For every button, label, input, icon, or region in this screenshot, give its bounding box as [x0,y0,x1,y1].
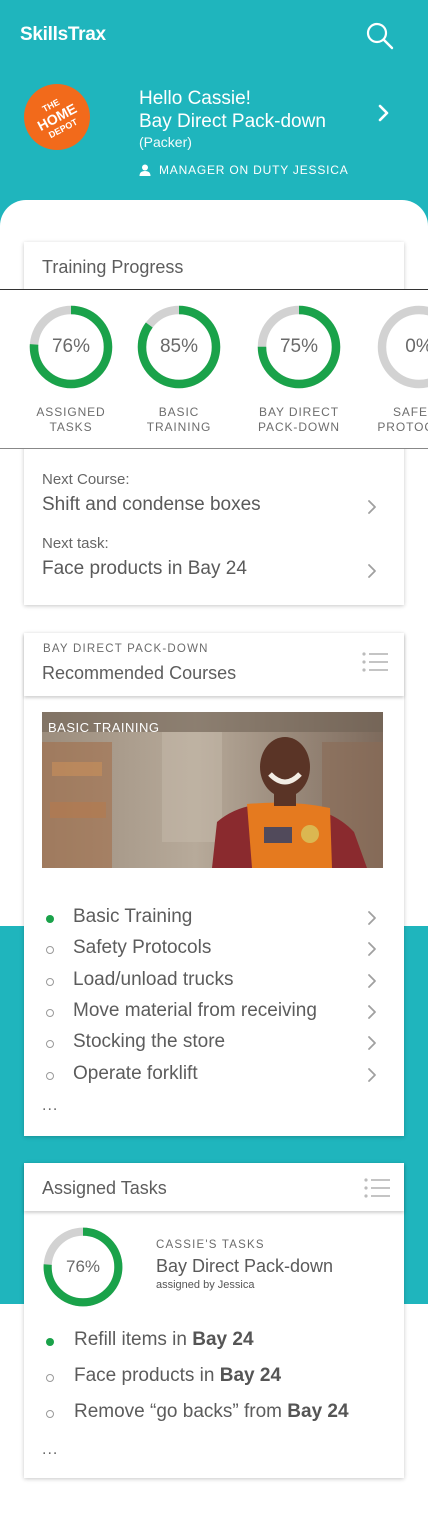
person-icon [139,164,151,176]
course-list-item[interactable]: Load/unload trucks [42,969,382,995]
course-list-item[interactable]: Operate forklift [42,1063,382,1089]
progress-ring-value: 85% [159,336,199,357]
task-label: Face products in Bay 24 [74,1365,281,1387]
more-courses[interactable]: ... [42,1097,58,1115]
task-location: Bay 24 [287,1401,349,1422]
store-logo: THE HOME DEPOT [24,84,90,150]
assigned-kicker: CASSIE'S TASKS [156,1239,265,1251]
course-hero-image[interactable]: BASIC TRAINING [42,712,383,868]
completed-dot-icon [46,915,54,923]
hero-label: BASIC TRAINING [48,720,160,735]
ring-label-line: TASKS [49,420,93,434]
pending-dot-icon [46,946,54,955]
task-label: Refill items in Bay 24 [74,1329,254,1351]
pending-dot-icon [46,1040,54,1049]
chevron-right-icon[interactable] [366,562,378,580]
search-button[interactable] [364,20,396,52]
course-list-item[interactable]: Basic Training [42,906,382,932]
task-label-text: Refill items in [74,1329,193,1350]
assigned-progress-value: 76% [65,1257,101,1276]
progress-ring-value: 75% [279,336,319,357]
pending-dot-icon [46,1071,54,1080]
task-list-item[interactable]: Face products in Bay 24 [42,1365,382,1391]
next-task-label: Next task: [42,535,109,552]
hero-photo [42,712,383,868]
ring-label-line: BAY DIRECT [259,405,339,419]
completed-dot-icon [46,1338,54,1346]
ring-label-line: PROTOCOLS [377,420,428,434]
progress-ring-strip[interactable]: 76% ASSIGNED TASKS 85% BASIC TRAINING 75% BAY D… [0,289,428,449]
progress-ring-label: ASSIGNED TASKS [11,405,131,435]
progress-ring-label: SAFETYPROTOCOLS [359,405,428,435]
task-location: Bay 24 [192,1329,254,1350]
chevron-right-icon [368,1067,376,1082]
task-label-text: Remove “go backs” from [74,1401,288,1422]
course-label: Load/unload trucks [73,968,234,990]
course-list-item[interactable]: Stocking the store [42,1031,382,1057]
list-icon[interactable] [363,1177,391,1199]
progress-ring-value: 76% [51,336,91,357]
assigned-task-group[interactable]: Bay Direct Pack-down [156,1256,333,1277]
pending-dot-icon [46,1374,54,1382]
greeting-text: Hello Cassie! [139,88,251,109]
course-label: Stocking the store [73,1031,226,1053]
chevron-right-icon[interactable] [366,498,378,516]
search-icon [366,22,394,50]
ring-label-line: SAFETY [392,405,428,419]
progress-ring-value: 0% [405,336,428,357]
task-label: Remove “go backs” from Bay 24 [74,1401,349,1423]
pending-dot-icon [46,1008,54,1017]
next-course-label: Next Course: [42,471,130,488]
recommended-courses-card [24,633,404,1136]
ring-label-line: TRAINING [146,420,212,434]
pending-dot-icon [46,977,54,986]
course-list-item[interactable]: Move material from receiving [42,1000,382,1026]
chevron-right-icon [368,1004,376,1019]
more-tasks[interactable]: ... [42,1441,58,1459]
manager-text: MANAGER ON DUTY JESSICA [159,163,349,177]
assigned-tasks-title: Assigned Tasks [42,1178,167,1198]
manager-on-duty: MANAGER ON DUTY JESSICA [139,163,349,177]
job-title: Bay Direct Pack-down [139,111,326,132]
chevron-right-icon [368,1036,376,1051]
task-location: Bay 24 [219,1365,282,1386]
progress-ring-label: BAY DIRECT PACK-DOWN [239,405,359,435]
recommended-kicker: BAY DIRECT PACK-DOWN [43,643,209,655]
chevron-right-icon[interactable] [374,100,394,126]
course-label: Basic Training [73,906,193,927]
ring-label-line: ASSIGNED [36,405,106,419]
recommended-title: Recommended Courses [42,663,237,683]
assigned-by: assigned by Jessica [156,1279,255,1291]
task-list-item[interactable]: Refill items in Bay 24 [42,1329,382,1355]
next-task-link[interactable]: Face products in Bay 24 [42,558,247,580]
progress-ring-label: BASIC TRAINING [119,405,239,435]
chevron-right-icon [368,942,376,957]
task-list-item[interactable]: Remove “go backs” from Bay 24 [42,1401,382,1427]
course-label: Move material from receiving [73,999,317,1021]
greeting-block[interactable]: Hello Cassie! Bay Direct Pack-down (Pack… [139,87,326,151]
course-label: Safety Protocols [73,937,212,959]
pending-dot-icon [46,1410,54,1418]
ring-label-line: PACK-DOWN [258,420,340,434]
task-label-text: Face products in [74,1365,220,1386]
course-label: Operate forklift [73,1062,198,1084]
course-list-item[interactable]: Safety Protocols [42,937,382,963]
app-brand: SkillsTrax [20,24,106,45]
ring-label-line: BASIC [158,405,200,419]
next-course-link[interactable]: Shift and condense boxes [42,494,261,516]
chevron-right-icon [368,911,376,925]
chevron-right-icon [368,973,376,988]
training-progress-title: Training Progress [42,257,184,277]
job-role: (Packer) [139,134,192,150]
list-icon[interactable] [361,651,389,673]
